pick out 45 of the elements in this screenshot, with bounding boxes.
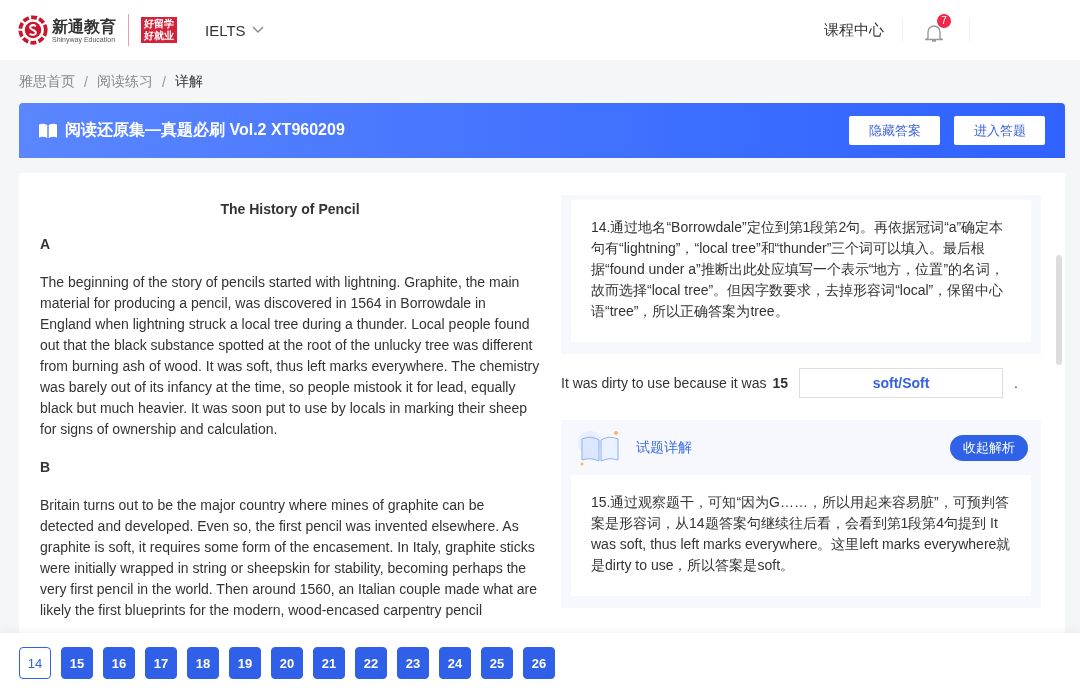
question-number-button[interactable]: 21: [313, 647, 345, 679]
book-icon: [39, 122, 57, 139]
passage-title: The History of Pencil: [219, 200, 361, 219]
section-heading: A: [40, 235, 52, 254]
breadcrumb-link[interactable]: 雅思首页: [19, 72, 75, 91]
question-number-button[interactable]: 19: [229, 647, 261, 679]
banner-button[interactable]: 进入答题: [954, 116, 1045, 145]
question-number-button[interactable]: 23: [397, 647, 429, 679]
notification-badge: 7: [937, 13, 951, 28]
banner-button[interactable]: 隐藏答案: [849, 116, 940, 145]
question-number-button[interactable]: 25: [481, 647, 513, 679]
nav-link[interactable]: 课程中心: [824, 20, 884, 40]
question-number-button[interactable]: 14: [19, 647, 51, 679]
sentence-end: .: [1014, 375, 1018, 391]
analysis-text: 14.通过地名“Borrowdale”定位到第1段第2句。再依据冠词“a”确定本句有“lightning”，“local tree”和“thunder”三个词可以填入。最后根据“found under a”推断出此处应填写一个表示“地方，位置”的名词，故而选择“local tree”。但因字数要求，去掉形容词“local”，保留中心语“tree”，所以正确答案为tree。: [571, 200, 1031, 342]
collapse-button[interactable]: 收起解析: [950, 435, 1028, 461]
question-number-button[interactable]: 22: [355, 647, 387, 679]
analysis-text: 15.通过观察题干，可知“因为G……，所以用起来容易脏”，可预判答案是形容词，从14题答案句继续往后看，会看到第1段第4句提到 It was soft, thus left marks everywhere。这里left marks everywhere就是dirty to use，所以答案是soft。: [571, 475, 1031, 596]
banner-title: 阅读还原集—真题必刷 Vol.2 XT960209: [65, 120, 345, 140]
passage-paragraph: The beginning of the story of pencils started with lightning. Graphite, the main material for producing a pencil, was discovered in 1564 in Borrowdale in England when lightning struck a local tree during a thunder. Local people found out that the black substance spotted at the root of the unlucky tree was different from burning ash of wood. It was soft, thus left marks everywhere. The chemistry was barely out of its infancy at the time, so people mistook it for lead, equally black but much heavier. It was soon put to use by locals in marking their sheep for signs of ownership and calculation.: [40, 273, 540, 439]
question-number-button[interactable]: 18: [187, 647, 219, 679]
question-number-button[interactable]: 17: [145, 647, 177, 679]
question-number-button[interactable]: 20: [271, 647, 303, 679]
slogan-badge: 好留学 好就业: [141, 17, 177, 43]
passage-paragraph: Britain turns out to be the major country where mines of graphite can be detected and developed. Even so, the first pencil was invented elsewhere. As graphite is soft, it requires some form of the encasement. In Italy, graphite sticks were initially wrapped in string or sheepskin for stability, becoming perhaps the very first pencil in the world. Then around 1560, an Italian couple made what are likely the first blueprints for the modern, wood-encased carpentry pencil: [40, 496, 539, 620]
logo-name: 新通教育: [52, 17, 116, 36]
breadcrumb-current: 详解: [174, 72, 203, 91]
logo-icon: [18, 15, 48, 45]
section-heading: B: [40, 458, 52, 477]
chevron-down-icon: [251, 26, 264, 34]
analysis-title: 试题详解: [636, 439, 692, 457]
question-number-button[interactable]: 26: [523, 647, 555, 679]
breadcrumb-separator: /: [84, 73, 88, 90]
question-number-button[interactable]: 16: [103, 647, 135, 679]
exam-selector[interactable]: IELTS: [205, 21, 264, 39]
question-text: It was dirty to use because it was: [561, 375, 767, 391]
answer-field[interactable]: soft/Soft: [799, 368, 1003, 398]
question-number-button[interactable]: 15: [61, 647, 93, 679]
notification-button[interactable]: 7: [921, 13, 955, 47]
scrollbar[interactable]: [1056, 255, 1062, 365]
breadcrumb-separator: /: [161, 73, 166, 90]
question-number: 15: [772, 375, 788, 391]
question-number-button[interactable]: 24: [439, 647, 471, 679]
breadcrumb-link[interactable]: 阅读练习: [96, 72, 153, 91]
bell-icon: [925, 22, 943, 43]
